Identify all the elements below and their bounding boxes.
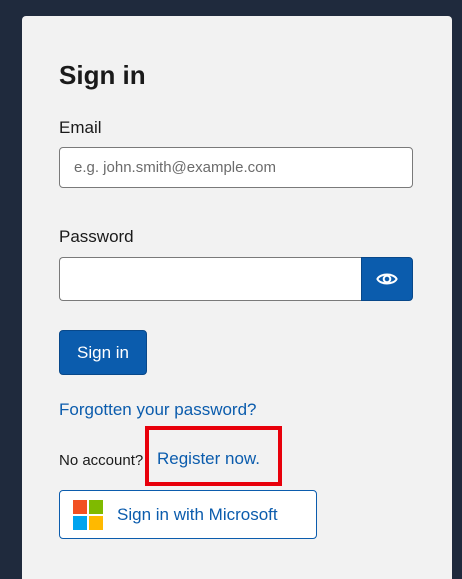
page-title: Sign in bbox=[59, 60, 146, 90]
microsoft-logo-square bbox=[73, 499, 87, 514]
signin-button[interactable]: Sign in bbox=[59, 330, 147, 375]
microsoft-logo-square bbox=[73, 515, 87, 530]
microsoft-logo-icon bbox=[73, 499, 103, 530]
signin-with-microsoft-button[interactable]: Sign in with Microsoft bbox=[59, 490, 317, 539]
eye-icon bbox=[376, 273, 398, 285]
email-label: Email bbox=[59, 118, 102, 137]
no-account-text: No account? bbox=[59, 452, 144, 469]
highlight-box bbox=[145, 426, 282, 486]
email-field[interactable] bbox=[59, 147, 413, 188]
password-label: Password bbox=[59, 227, 134, 246]
password-field[interactable] bbox=[59, 257, 362, 301]
microsoft-logo-square bbox=[89, 499, 103, 514]
show-password-button[interactable] bbox=[361, 257, 413, 301]
signin-card: Sign in Email Password Sign in Forgotten… bbox=[22, 16, 452, 579]
forgot-password-link[interactable]: Forgotten your password? bbox=[59, 400, 257, 420]
microsoft-logo-square bbox=[89, 515, 103, 530]
microsoft-button-label: Sign in with Microsoft bbox=[117, 504, 278, 524]
